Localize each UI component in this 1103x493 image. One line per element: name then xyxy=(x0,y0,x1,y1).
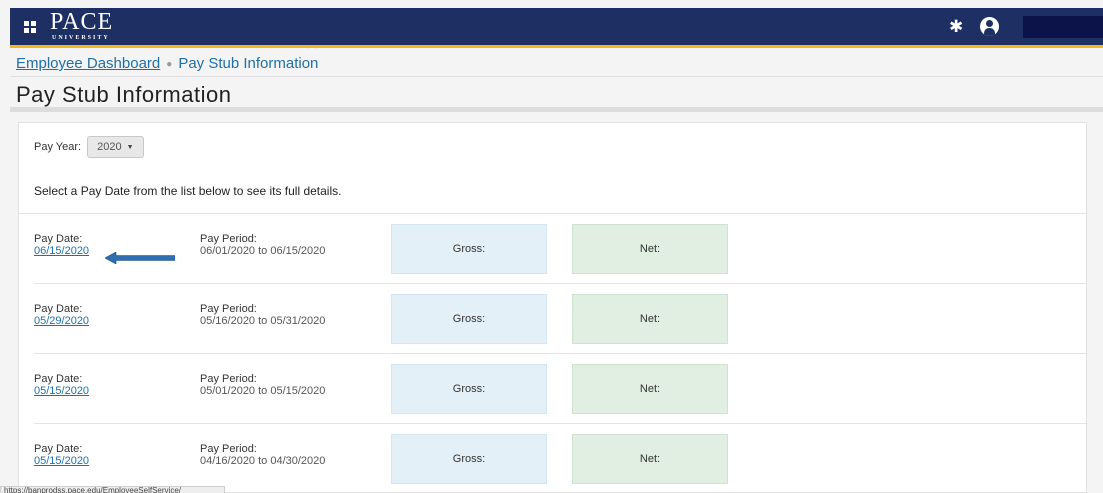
pay-period-label: Pay Period: xyxy=(200,443,257,455)
gross-label: Gross: xyxy=(452,313,486,325)
logo-subtitle: UNIVERSITY xyxy=(52,35,110,41)
pay-date-label: Pay Date: xyxy=(34,233,83,245)
net-label: Net: xyxy=(639,313,661,325)
pay-stub-panel: Pay Year: 2020 ▼ Select a Pay Date from … xyxy=(18,122,1088,493)
stub-row: Pay Date: 05/15/2020 Pay Period: 05/01/2… xyxy=(19,354,1088,424)
top-navigation-bar: PACE UNIVERSITY ✱ xyxy=(10,8,1103,48)
apps-grid-icon[interactable] xyxy=(24,21,36,33)
pay-period-value: 05/01/2020 to 05/15/2020 xyxy=(200,385,326,397)
pay-year-value: 2020 xyxy=(97,141,122,153)
net-label: Net: xyxy=(639,383,661,395)
pay-period-value: 05/16/2020 to 05/31/2020 xyxy=(200,315,326,327)
chevron-down-icon: ▼ xyxy=(126,143,134,151)
stub-row: Pay Date: 06/15/2020 Pay Period: 06/01/2… xyxy=(19,214,1088,284)
net-label: Net: xyxy=(639,453,661,465)
gross-box: Gross: xyxy=(391,364,547,414)
pay-year-label: Pay Year: xyxy=(34,141,82,153)
pay-date-label: Pay Date: xyxy=(34,373,83,385)
net-label: Net: xyxy=(639,243,661,255)
logo-word: PACE xyxy=(50,9,114,35)
pace-university-logo[interactable]: PACE UNIVERSITY xyxy=(50,10,113,42)
breadcrumb-separator: ● xyxy=(166,58,173,70)
net-box: Net: xyxy=(572,434,728,484)
net-box: Net: xyxy=(572,364,728,414)
pay-period-value: 04/16/2020 to 04/30/2020 xyxy=(200,455,326,467)
left-arrow-icon xyxy=(105,252,175,264)
net-box: Net: xyxy=(572,224,728,274)
stub-row: Pay Date: 05/15/2020 Pay Period: 04/16/2… xyxy=(19,424,1088,493)
breadcrumb-current: Pay Stub Information xyxy=(178,55,319,72)
gear-icon[interactable]: ✱ xyxy=(949,18,963,36)
gross-box: Gross: xyxy=(391,224,547,274)
pay-date-link[interactable]: 05/15/2020 xyxy=(34,385,89,397)
stub-row: Pay Date: 05/29/2020 Pay Period: 05/16/2… xyxy=(19,284,1088,354)
gross-label: Gross: xyxy=(452,383,486,395)
pay-year-dropdown[interactable]: 2020 ▼ xyxy=(87,136,144,158)
pay-date-link[interactable]: 05/15/2020 xyxy=(34,455,89,467)
gross-box: Gross: xyxy=(391,294,547,344)
pay-year-filter: Pay Year: 2020 ▼ xyxy=(34,136,144,158)
user-icon[interactable] xyxy=(980,17,999,36)
gross-label: Gross: xyxy=(452,243,486,255)
gross-box: Gross: xyxy=(391,434,547,484)
pay-date-link[interactable]: 06/15/2020 xyxy=(34,245,89,257)
page-title-bar: Pay Stub Information xyxy=(10,78,1103,112)
pay-date-link[interactable]: 05/29/2020 xyxy=(34,315,89,327)
status-bar-url: https://banprodss.pace.edu/EmployeeSelfS… xyxy=(0,486,225,493)
gross-label: Gross: xyxy=(452,453,486,465)
pay-period-label: Pay Period: xyxy=(200,373,257,385)
net-box: Net: xyxy=(572,294,728,344)
pay-date-label: Pay Date: xyxy=(34,443,83,455)
pay-period-label: Pay Period: xyxy=(200,233,257,245)
pay-date-label: Pay Date: xyxy=(34,303,83,315)
breadcrumb-employee-dashboard[interactable]: Employee Dashboard xyxy=(16,55,160,72)
pay-period-label: Pay Period: xyxy=(200,303,257,315)
breadcrumb: Employee Dashboard ● Pay Stub Information xyxy=(10,51,1103,77)
page-title: Pay Stub Information xyxy=(16,82,232,107)
pay-period-value: 06/01/2020 to 06/15/2020 xyxy=(200,245,326,257)
user-name-redacted[interactable] xyxy=(1023,16,1103,38)
instruction-text: Select a Pay Date from the list below to… xyxy=(34,184,342,198)
